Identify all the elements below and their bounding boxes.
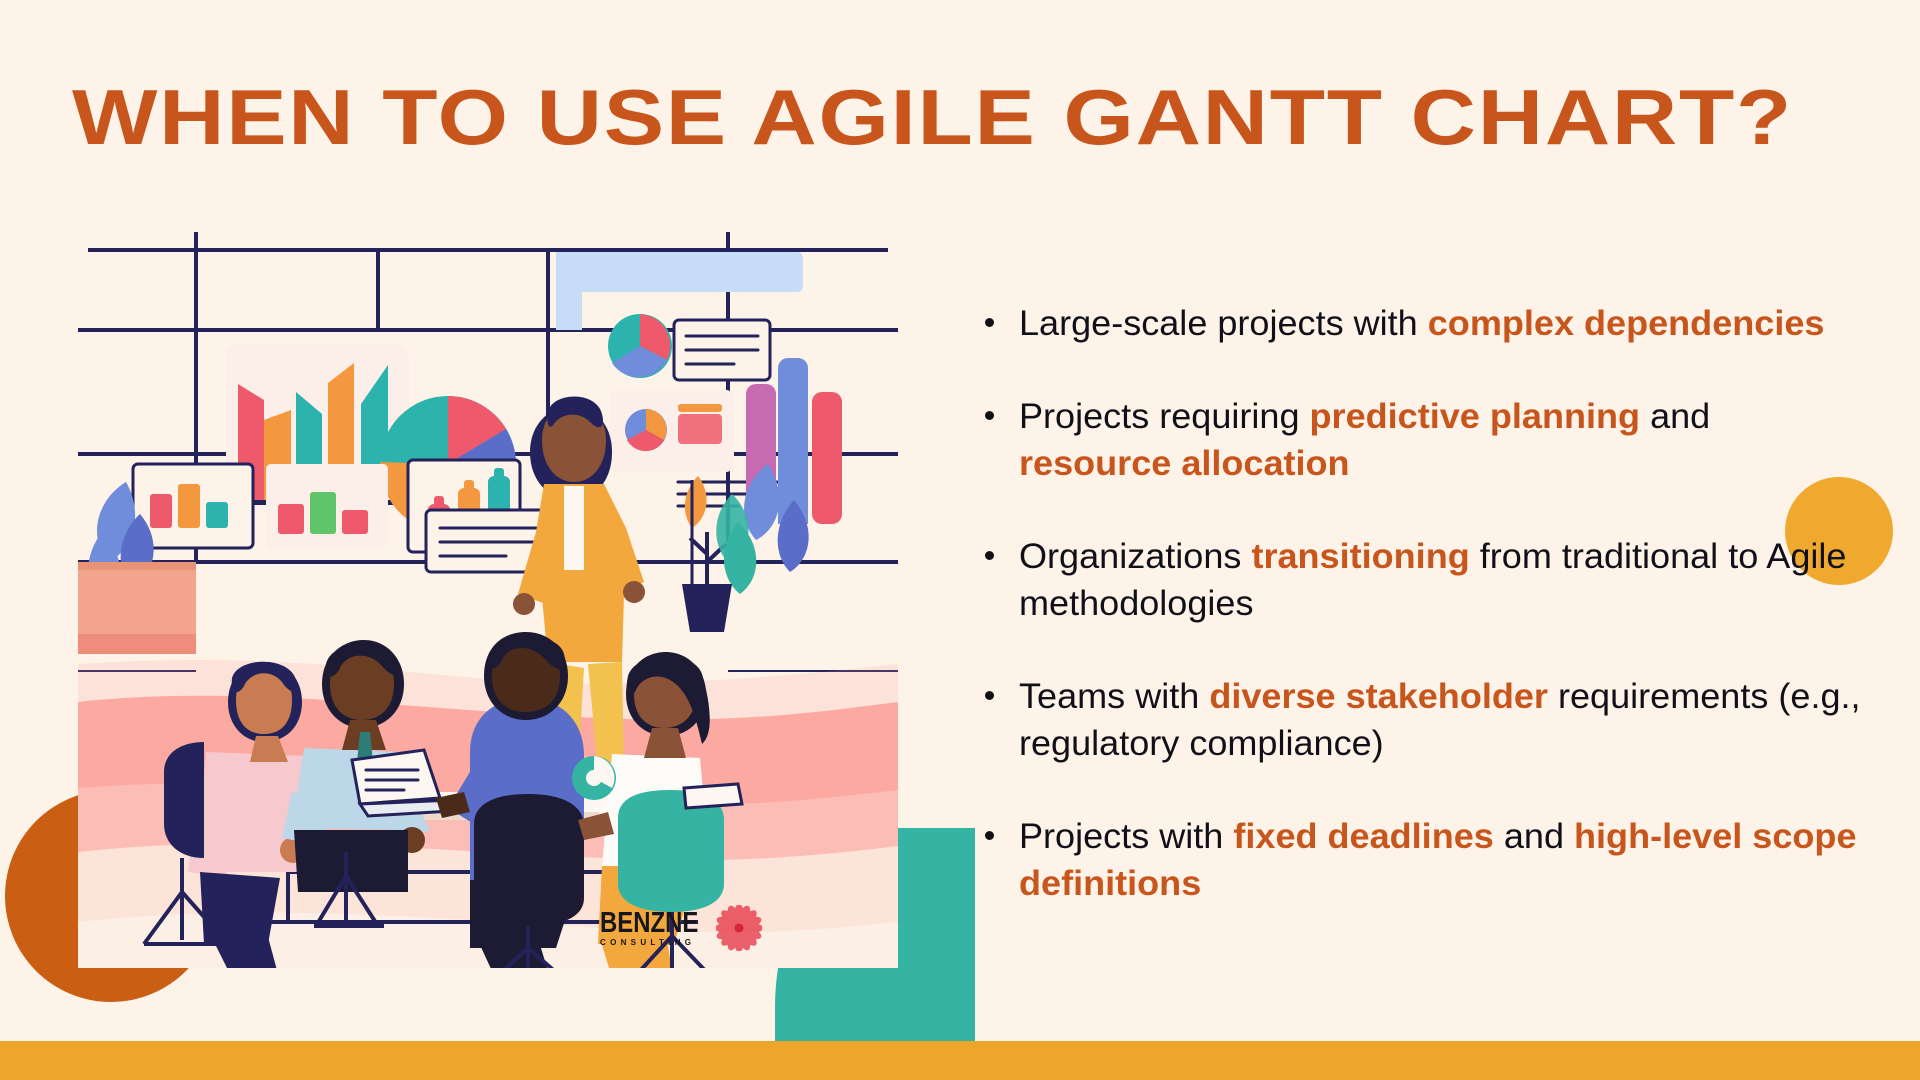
- list-item: Projects with fixed deadlines and high-l…: [985, 813, 1857, 907]
- bullet-point-icon: [985, 393, 1019, 420]
- highlighted-phrase: complex dependencies: [1427, 304, 1825, 343]
- highlighted-phrase: transitioning: [1251, 537, 1470, 576]
- plain-phrase: Teams with: [1019, 677, 1210, 716]
- benzne-logo: BENZNE CONSULTING: [600, 905, 762, 951]
- illustration-svg: [78, 232, 898, 968]
- slide-root: WHEN TO USE AGILE GANTT CHART? BENZNE CO…: [0, 0, 1920, 1080]
- plain-phrase: Large-scale projects with: [1019, 304, 1428, 343]
- list-item: Large-scale projects with complex depend…: [985, 300, 1845, 347]
- bullet-list: Large-scale projects with complex depend…: [985, 300, 1861, 907]
- list-item-text: Organizations transitioning from traditi…: [1019, 533, 1870, 627]
- list-item-text: Teams with diverse stakeholder requireme…: [1019, 673, 1870, 767]
- list-item: Teams with diverse stakeholder requireme…: [985, 673, 1861, 767]
- bullet-point-icon: [985, 533, 1019, 560]
- report-card-top: [672, 318, 772, 382]
- list-item-text: Projects requiring predictive planning a…: [1019, 393, 1870, 487]
- highlighted-phrase: fixed deadlines: [1233, 817, 1494, 856]
- list-item: Organizations transitioning from traditi…: [985, 533, 1846, 627]
- panel-blue: [573, 252, 803, 292]
- bullet-point-icon: [985, 300, 1019, 327]
- list-item-text: Projects with fixed deadlines and high-l…: [1019, 813, 1870, 907]
- plain-phrase: Organizations: [1019, 537, 1252, 576]
- logo-wordmark: BENZNE: [600, 905, 699, 939]
- bullet-point-icon: [985, 673, 1019, 700]
- plain-phrase: Projects with: [1019, 817, 1234, 856]
- highlighted-phrase: resource allocation: [1019, 444, 1350, 483]
- list-item: Projects requiring predictive planning a…: [985, 393, 1845, 487]
- highlighted-phrase: diverse stakeholder: [1209, 677, 1548, 716]
- plain-phrase: and: [1493, 817, 1575, 856]
- dashboard-card: [610, 390, 734, 472]
- flower-icon: [715, 905, 762, 951]
- logo-subtitle: CONSULTING: [600, 938, 696, 947]
- mini-card-center: [266, 464, 388, 548]
- page-title: WHEN TO USE AGILE GANTT CHART?: [72, 73, 1794, 161]
- bullet-point-icon: [985, 813, 1019, 840]
- plain-phrase: and: [1640, 397, 1711, 436]
- list-item-text: Large-scale projects with complex depend…: [1019, 300, 1870, 347]
- bottom-accent-band: [0, 1041, 1920, 1080]
- table-donut-chart: [572, 756, 616, 800]
- small-pie-chart: [608, 314, 672, 378]
- highlighted-phrase: predictive planning: [1309, 397, 1641, 436]
- plain-phrase: Projects requiring: [1019, 397, 1310, 436]
- team-meeting-illustration: [78, 232, 898, 968]
